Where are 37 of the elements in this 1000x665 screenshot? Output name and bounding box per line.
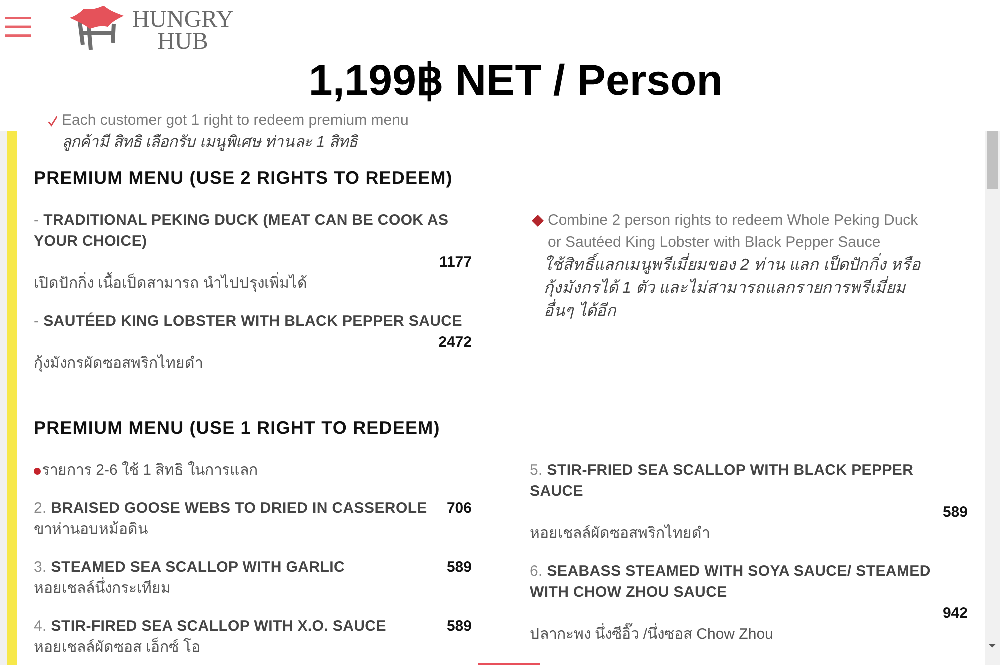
scrollbar-thumb[interactable]: [987, 131, 998, 189]
table-icon: [70, 5, 125, 50]
dish-name: 2. BRAISED GOOSE WEBS TO DRIED IN CASSEROLE: [34, 499, 428, 519]
section-heading: PREMIUM MENU (USE 2 RIGHTS TO REDEEM): [34, 167, 453, 190]
dish-price: 589: [446, 558, 472, 578]
menu-icon[interactable]: [5, 17, 31, 37]
bullet-dot-icon: [34, 468, 41, 474]
scroll-down-arrow-icon[interactable]: [989, 644, 996, 648]
note-text: Each customer got 1 right to redeem premium menu: [62, 112, 409, 130]
diamond-icon: [532, 215, 544, 227]
dish-name: - SAUTÉED KING LOBSTER WITH BLACK PEPPER SAUCE: [34, 312, 462, 332]
dish-price: 589: [446, 617, 472, 637]
dish-thai-name: ปลากะพง นึ่งซีอิ๊ว /นึ่งซอส Chow Zhou: [530, 624, 774, 646]
dish-thai-name: หอยเชลล์ผัดซอส เอ็กซ์ โอ: [34, 637, 200, 658]
dish-price: 2472: [438, 333, 472, 353]
price-title: 1,199฿ NET / Person: [308, 56, 724, 106]
dish-name: 6. SEABASS STEAMED WITH SOYA SAUCE/ STEAMED WITH CHOW ZHOU SAUCE: [530, 562, 932, 603]
dish-name: - TRADITIONAL PEKING DUCK (MEAT CAN BE COOK AS YOUR CHOICE): [34, 211, 450, 252]
redeem-note-thai-text: ใช้สิทธิ์แลกเมนูพรีเมี่ยมของ 2 ท่าน แลก เป็ดปักกิ่ง หรือ กุ้งมังกรได้ 1 ตัว และไม่สามารถแลกรายการพรีเมี่ยมอื่นๆ ได้อีก: [544, 254, 928, 323]
dish-thai-name: ขาห่านอบหม้อดิน: [34, 520, 148, 540]
dish-price: 589: [942, 503, 968, 523]
dish-thai-name: กุ้งมังกรผัดซอสพริกไทยดำ: [34, 354, 203, 374]
dish-thai-name: หอยเชลล์นึ่งกระเทียม: [34, 578, 171, 600]
dish-price: 942: [942, 604, 968, 624]
dish-price: 1177: [439, 253, 472, 273]
section-heading: PREMIUM MENU (USE 1 RIGHT TO REDEEM): [34, 417, 440, 440]
dish-name: 4. STIR-FIRED SEA SCALLOP WITH X.O. SAUCE: [34, 617, 386, 637]
check-icon: [48, 116, 58, 126]
dish-price: 706: [446, 499, 472, 519]
dish-thai-name: หอยเชลล์ผัดซอสพริกไทยดำ: [530, 524, 710, 544]
logo-text: HUNGRY HUB: [131, 9, 235, 53]
redeem-note-text: Combine 2 person rights to redeem Whole Peking Duck or Sautéed King Lobster with Black Pepper Sauce: [548, 211, 920, 253]
note-thai-text: ลูกค้ามี สิทธิ เลือกรับ เมนูพิเศษ ท่านละ 1 สิทธิ: [62, 133, 358, 153]
bullet-text: รายการ 2-6 ใช้ 1 สิทธิ ในการแลก: [42, 460, 258, 481]
dish-thai-name: เปิดปักกิ่ง เนื้อเป็ดสามารถ นำไปปรุงเพิ่มได้: [34, 273, 308, 295]
dish-name: 5. STIR-FRIED SEA SCALLOP WITH BLACK PEPPER SAUCE: [530, 461, 915, 502]
dish-name: 3. STEAMED SEA SCALLOP WITH GARLIC: [34, 558, 345, 578]
